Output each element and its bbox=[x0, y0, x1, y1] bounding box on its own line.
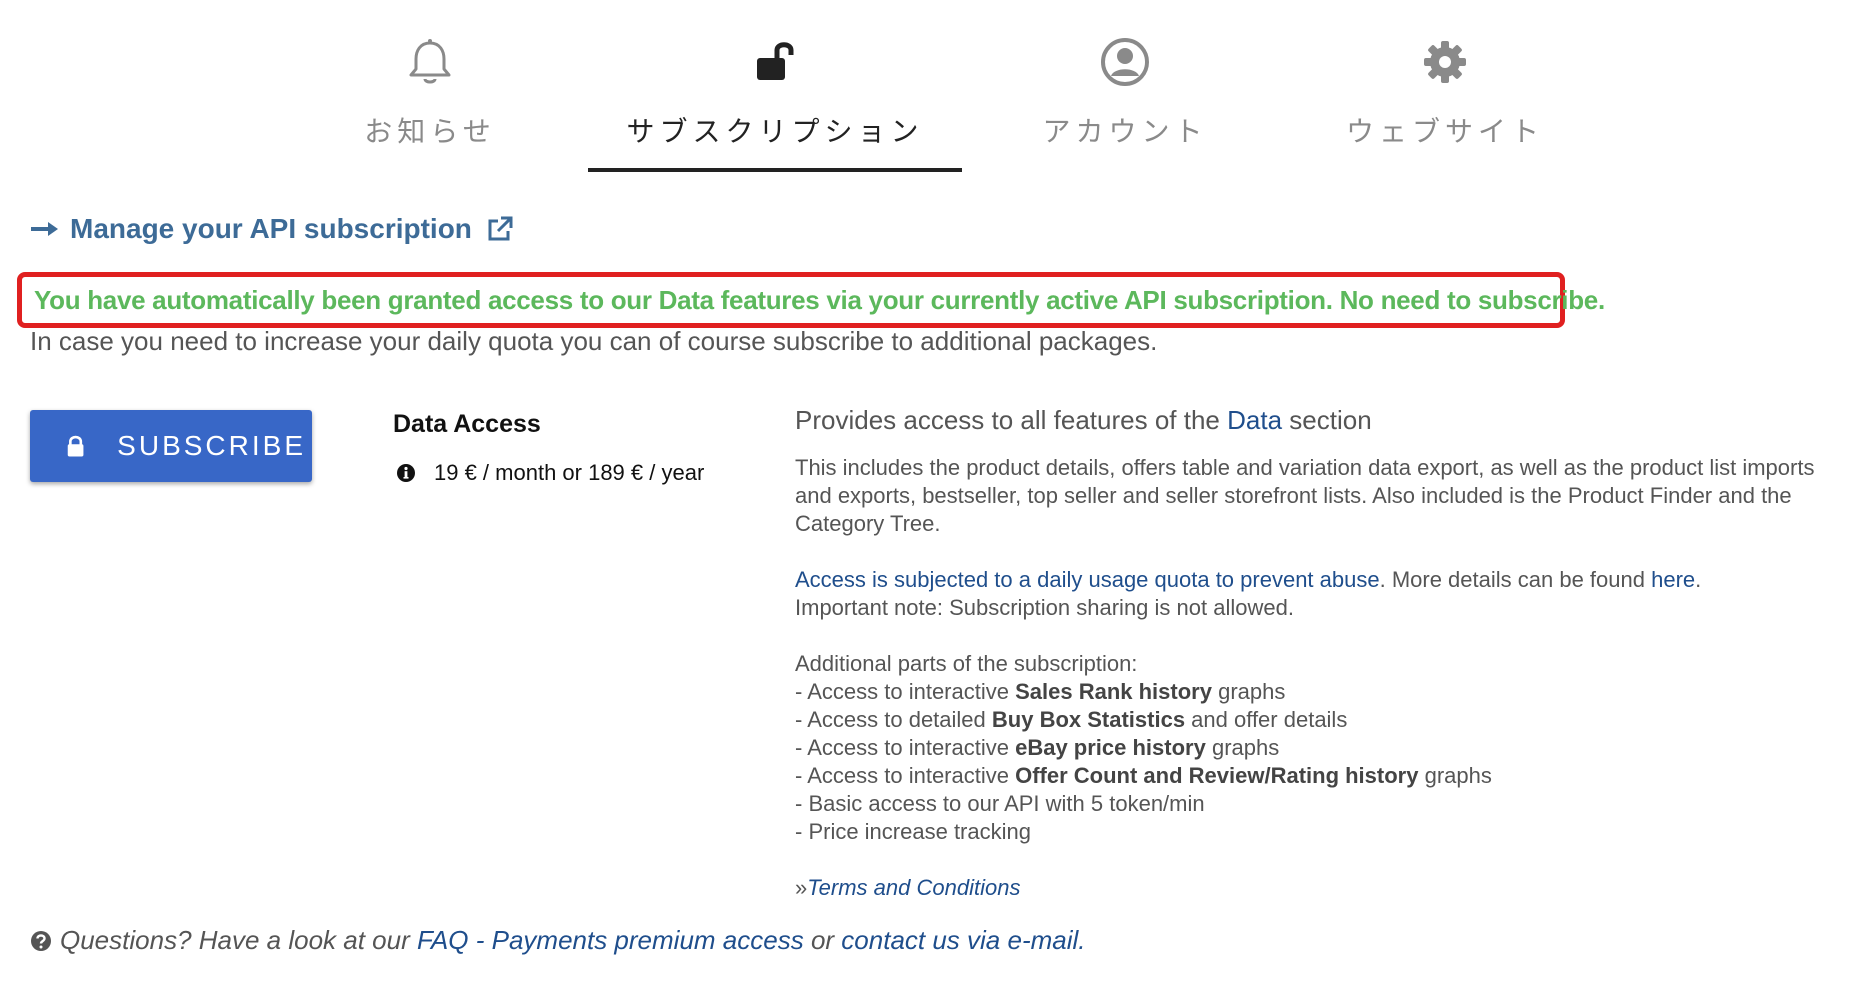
plan-price: 19 € / month or 189 € / year bbox=[396, 460, 704, 486]
item-suffix: graphs bbox=[1211, 679, 1286, 704]
manage-api-subscription-link[interactable]: Manage your API subscription bbox=[30, 213, 514, 245]
faq-link[interactable]: FAQ - Payments premium access bbox=[417, 925, 804, 956]
additional-item: - Access to interactive eBay price histo… bbox=[795, 734, 1835, 762]
tab-account[interactable]: アカウント bbox=[1030, 0, 1220, 172]
questions-prefix: Questions? Have a look at our bbox=[60, 925, 417, 955]
item-text: - Price increase tracking bbox=[795, 819, 1031, 844]
terms-prefix: » bbox=[795, 875, 808, 900]
item-suffix: graphs bbox=[1418, 763, 1492, 788]
manage-link-label: Manage your API subscription bbox=[70, 213, 472, 244]
plan-description: Provides access to all features of the D… bbox=[795, 405, 1835, 902]
data-section-link[interactable]: Data bbox=[1227, 405, 1282, 435]
external-link-icon bbox=[488, 216, 513, 241]
additional-heading: Additional parts of the subscription: bbox=[795, 651, 1138, 676]
features-paragraph: This includes the product details, offer… bbox=[795, 455, 1815, 536]
heading-suffix: section bbox=[1282, 405, 1372, 435]
item-text: - Access to interactive bbox=[795, 763, 1016, 788]
additional-item: - Basic access to our API with 5 token/m… bbox=[795, 790, 1835, 818]
item-text: - Access to interactive bbox=[795, 735, 1016, 760]
additional-item: - Access to interactive Offer Count and … bbox=[795, 762, 1835, 790]
contact-email-link[interactable]: contact us via e-mail. bbox=[841, 925, 1085, 956]
quota-note: In case you need to increase your daily … bbox=[30, 326, 1158, 356]
terms-line: »Terms and Conditions bbox=[795, 874, 1835, 902]
bell-icon bbox=[409, 39, 451, 84]
additional-item: - Access to interactive Sales Rank histo… bbox=[795, 678, 1835, 706]
quota-line: Access is subjected to a daily usage quo… bbox=[795, 566, 1835, 594]
questions-line: Questions? Have a look at our FAQ - Paym… bbox=[30, 925, 1086, 956]
here-link[interactable]: here bbox=[1651, 567, 1695, 592]
tab-notifications[interactable]: お知らせ bbox=[330, 0, 530, 172]
user-circle-icon bbox=[1101, 38, 1149, 86]
subscribe-button-label: SUBSCRIBE bbox=[117, 430, 306, 461]
important-note: Important note: Subscription sharing is … bbox=[795, 595, 1294, 620]
description-heading: Provides access to all features of the D… bbox=[795, 405, 1835, 436]
tab-label: ウェブサイト bbox=[1345, 115, 1544, 148]
arrow-right-icon bbox=[31, 222, 58, 236]
additional-item: - Access to detailed Buy Box Statistics … bbox=[795, 706, 1835, 734]
active-tab-underline bbox=[588, 168, 962, 172]
terms-and-conditions-link[interactable]: Terms and Conditions bbox=[807, 875, 1020, 900]
plan-price-text: 19 € / month or 189 € / year bbox=[434, 460, 705, 485]
gear-icon bbox=[1424, 41, 1466, 83]
info-icon[interactable] bbox=[396, 463, 416, 483]
item-suffix: and offer details bbox=[1185, 707, 1348, 732]
item-feature-name: eBay price history bbox=[1015, 735, 1206, 760]
item-suffix: graphs bbox=[1205, 735, 1280, 760]
heading-prefix: Provides access to all features of the bbox=[795, 405, 1228, 435]
plan-title: Data Access bbox=[393, 410, 541, 438]
question-circle-icon bbox=[31, 930, 51, 951]
item-text: - Basic access to our API with 5 token/m… bbox=[795, 791, 1205, 816]
more-details-text: . More details can be found bbox=[1379, 567, 1652, 592]
tab-label: アカウント bbox=[1042, 115, 1208, 148]
tab-bar: お知らせ サブスクリプション アカウント ウェブサイト bbox=[0, 0, 1856, 175]
api-access-notice-text: You have automatically been granted acce… bbox=[34, 284, 1605, 315]
questions-middle: or bbox=[803, 925, 842, 955]
item-text: - Access to interactive bbox=[795, 679, 1016, 704]
more-details-suffix: . bbox=[1695, 567, 1702, 592]
tab-label: サブスクリプション bbox=[626, 115, 924, 148]
tab-label: お知らせ bbox=[364, 115, 496, 148]
usage-quota-link[interactable]: Access is subjected to a daily usage quo… bbox=[795, 567, 1380, 592]
tab-subscription[interactable]: サブスクリプション bbox=[588, 0, 962, 172]
api-access-notice-highlight: You have automatically been granted acce… bbox=[17, 272, 1605, 328]
lock-icon bbox=[67, 435, 84, 457]
additional-item: - Price increase tracking bbox=[795, 818, 1835, 846]
tab-website[interactable]: ウェブサイト bbox=[1340, 0, 1550, 172]
unlock-icon bbox=[757, 42, 794, 80]
item-feature-name: Sales Rank history bbox=[1015, 679, 1212, 704]
item-text: - Access to detailed bbox=[795, 707, 992, 732]
item-feature-name: Offer Count and Review/Rating history bbox=[1015, 763, 1419, 788]
item-feature-name: Buy Box Statistics bbox=[991, 707, 1186, 732]
additional-items-list: - Access to interactive Sales Rank histo… bbox=[795, 678, 1835, 846]
subscribe-button[interactable]: SUBSCRIBE bbox=[30, 410, 312, 482]
